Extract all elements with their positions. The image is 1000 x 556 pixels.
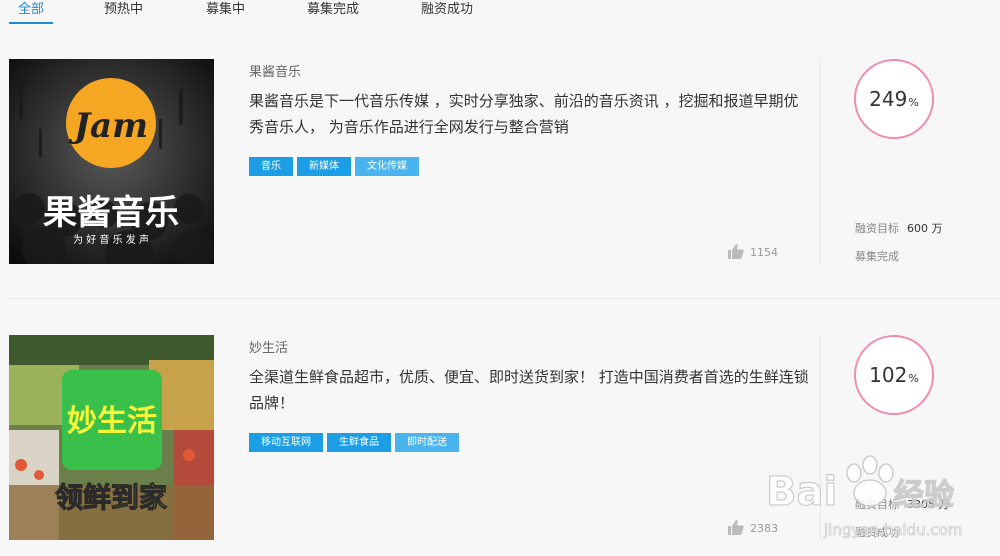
card-divider xyxy=(8,298,1000,299)
progress-ring: 249% xyxy=(854,59,934,139)
progress-number: 102 xyxy=(869,363,908,387)
like-counter[interactable]: 1154 xyxy=(728,244,778,262)
svg-text:Jam: Jam xyxy=(68,106,148,146)
tag[interactable]: 文化传媒 xyxy=(355,157,419,176)
goal-label: 融资目标 xyxy=(855,222,899,235)
project-tags: 音乐 新媒体 文化传媒 xyxy=(249,154,423,176)
tab-preheating[interactable]: 预热中 xyxy=(104,1,143,19)
like-count: 2383 xyxy=(750,522,778,535)
status-text: 募集完成 xyxy=(855,250,899,263)
svg-text:果酱音乐: 果酱音乐 xyxy=(43,193,179,233)
vertical-divider xyxy=(820,58,821,264)
financing-goal: 融资目标 600 万 xyxy=(855,220,943,236)
status-text: 融资成功 xyxy=(855,526,899,539)
project-thumbnail-jam[interactable]: Jam 果酱音乐 为 好 音 乐 发 声 xyxy=(9,59,214,264)
project-name[interactable]: 妙生活 xyxy=(249,337,288,356)
project-description: 全渠道生鲜食品超市，优质、便宜、即时送货到家！ 打造中国消费者首选的生鲜连锁品牌… xyxy=(249,368,809,412)
tag[interactable]: 生鲜食品 xyxy=(327,433,391,452)
thumbs-up-icon xyxy=(728,244,744,262)
project-tags: 移动互联网 生鲜食品 即时配送 xyxy=(249,430,463,452)
tag[interactable]: 音乐 xyxy=(249,157,293,176)
jam-music-image: Jam 果酱音乐 为 好 音 乐 发 声 xyxy=(9,59,214,264)
tag[interactable]: 即时配送 xyxy=(395,433,459,452)
vertical-divider xyxy=(820,334,821,540)
svg-text:为 好 音 乐 发 声: 为 好 音 乐 发 声 xyxy=(73,233,149,246)
svg-text:妙生活: 妙生活 xyxy=(67,404,157,439)
progress-unit: % xyxy=(908,95,919,109)
tag[interactable]: 移动互联网 xyxy=(249,433,323,452)
thumbs-up-icon xyxy=(728,520,744,538)
tab-raise-complete[interactable]: 募集完成 xyxy=(307,1,359,19)
project-name[interactable]: 果酱音乐 xyxy=(249,61,301,80)
project-card[interactable]: 妙生活 领鲜到家 妙生活 全渠道生鲜食品超市，优质、便宜、即时送货到家！ 打造中… xyxy=(0,316,1000,556)
like-count: 1154 xyxy=(750,246,778,259)
progress-unit: % xyxy=(908,371,919,385)
goal-value: 3305 万 xyxy=(907,498,950,511)
progress-ring: 102% xyxy=(854,335,934,415)
goal-value: 600 万 xyxy=(907,222,943,235)
project-thumbnail-miao[interactable]: 妙生活 领鲜到家 xyxy=(9,335,214,540)
tag[interactable]: 新媒体 xyxy=(297,157,351,176)
goal-label: 融资目标 xyxy=(855,498,899,511)
tab-raising[interactable]: 募集中 xyxy=(206,1,245,19)
tab-financing-success[interactable]: 融资成功 xyxy=(421,1,473,19)
svg-text:领鲜到家: 领鲜到家 xyxy=(55,481,167,514)
tab-all[interactable]: 全部 xyxy=(18,1,44,19)
financing-goal: 融资目标 3305 万 xyxy=(855,496,950,512)
project-description: 果酱音乐是下一代音乐传媒 ，实时分享独家、前沿的音乐资讯 ，挖掘和报道早期优秀音… xyxy=(249,92,799,136)
like-counter[interactable]: 2383 xyxy=(728,520,778,538)
miao-life-image: 妙生活 领鲜到家 xyxy=(9,335,214,540)
project-card[interactable]: Jam 果酱音乐 为 好 音 乐 发 声 果酱音乐 果酱音乐是下一代音乐传媒 ，… xyxy=(0,40,1000,280)
active-tab-indicator xyxy=(9,22,53,24)
progress-number: 249 xyxy=(869,87,908,111)
filter-tabs: 全部 预热中 募集中 募集完成 融资成功 xyxy=(0,0,1000,26)
